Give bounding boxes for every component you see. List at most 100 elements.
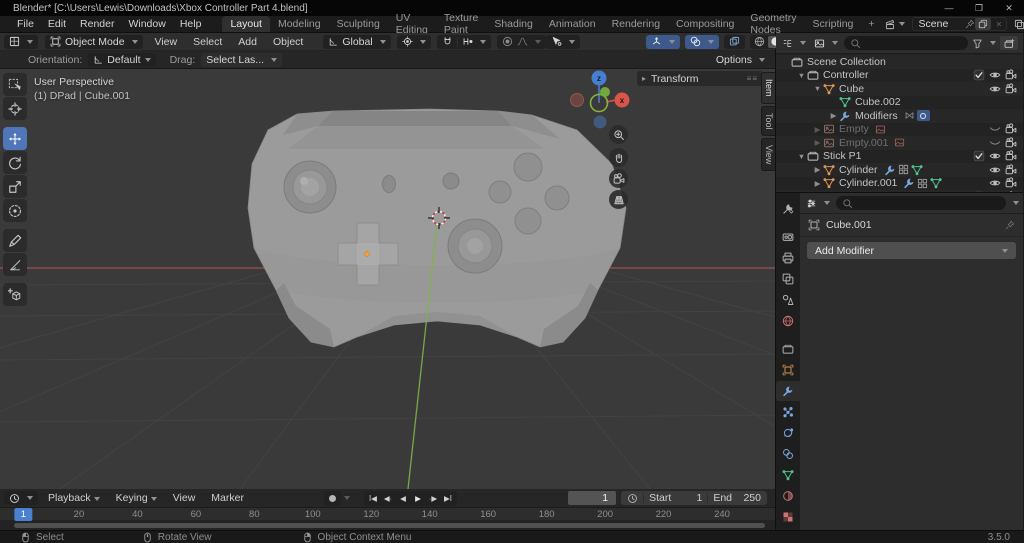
tool-scale-button[interactable] [3, 175, 27, 198]
mesh-data-icon[interactable] [911, 164, 923, 176]
eye-toggle-icon[interactable] [987, 177, 1003, 189]
expander-down-icon[interactable]: ▼ [796, 71, 807, 80]
eye-closed-toggle-icon[interactable] [987, 123, 1003, 135]
viewport-menu-select[interactable]: Select [185, 36, 230, 48]
pan-hand-button[interactable] [609, 148, 628, 167]
expander-right-icon[interactable]: ▶ [828, 111, 839, 120]
properties-tab-data[interactable] [776, 465, 800, 485]
eye-toggle-icon[interactable] [987, 150, 1003, 162]
tool-transform-button[interactable] [3, 199, 27, 222]
camera-toggle-icon[interactable] [1003, 191, 1019, 192]
start-frame-field[interactable]: 1 [676, 492, 702, 504]
outliner-row-stick-p1[interactable]: ▼Stick P1 [776, 150, 1023, 164]
subsurf-toggle-icon[interactable] [917, 110, 930, 121]
properties-tab-material[interactable] [776, 486, 800, 506]
menu-render[interactable]: Render [73, 18, 121, 30]
camera-view-button[interactable] [609, 169, 628, 188]
close-button[interactable]: ✕ [994, 0, 1024, 16]
viewport-menu-add[interactable]: Add [230, 36, 265, 48]
camera-toggle-icon[interactable] [1003, 177, 1019, 189]
sidebar-tab-item[interactable]: Item [761, 72, 775, 104]
properties-tab-particles[interactable] [776, 402, 800, 422]
menu-file[interactable]: File [10, 18, 41, 30]
pin-id-icon[interactable] [1005, 220, 1015, 230]
add-workspace-button[interactable]: + [861, 18, 881, 30]
modifier-stack-icon[interactable] [917, 178, 928, 189]
camera-toggle-icon[interactable] [1003, 164, 1019, 176]
mesh-data-icon[interactable] [930, 177, 942, 189]
tool-move-button[interactable] [3, 127, 27, 150]
outliner-row-cube-002[interactable]: Cube.002 [776, 96, 1023, 110]
xray-toggle[interactable] [724, 35, 745, 49]
scene-name[interactable]: Scene [913, 18, 965, 30]
viewlayer-browse-icon[interactable] [1011, 19, 1024, 30]
expander-right-icon[interactable]: ▶ [812, 138, 823, 147]
toggle-ortho-button[interactable] [609, 190, 628, 209]
workspace-tab-layout[interactable]: Layout [222, 16, 270, 32]
viewport-menu-view[interactable]: View [147, 36, 186, 48]
jump-to-start-button[interactable]: Ⅰ◀ [366, 492, 380, 505]
timeline-scrollbar[interactable] [0, 521, 775, 530]
outliner-row-empty-001[interactable]: ▶Empty.001 [776, 136, 1023, 150]
pivot-point-dropdown[interactable] [397, 35, 431, 49]
bowtie-icon[interactable] [904, 110, 915, 121]
play-reverse-button[interactable]: ◀ [396, 492, 410, 505]
outliner-row-controller[interactable]: ▼Controller [776, 69, 1023, 83]
outliner-row-sticks[interactable]: ▼Sticks [776, 190, 1023, 192]
unlink-scene-icon[interactable]: ✕ [992, 20, 1007, 29]
wrench-icon[interactable] [884, 164, 896, 176]
properties-tab-texture[interactable] [776, 507, 800, 527]
minimize-button[interactable]: — [934, 0, 964, 16]
outliner-row-cylinder-001[interactable]: ▶Cylinder.001 [776, 177, 1023, 191]
image-dim-icon[interactable] [875, 124, 886, 135]
eye-toggle-icon[interactable] [987, 191, 1003, 192]
properties-tab-view-layer[interactable] [776, 269, 800, 289]
properties-tab-world[interactable] [776, 311, 800, 331]
checkbox-toggle-icon[interactable] [971, 191, 987, 192]
camera-toggle-icon[interactable] [1003, 123, 1019, 135]
show-overlays-toggle[interactable] [685, 35, 719, 49]
transform-orientation-dropdown[interactable]: Global [323, 35, 390, 49]
workspace-tab-rendering[interactable]: Rendering [604, 16, 668, 32]
properties-tab-object[interactable] [776, 360, 800, 380]
workspace-tab-geometry-nodes[interactable]: Geometry Nodes [742, 16, 804, 32]
filter-icon[interactable] [972, 38, 983, 49]
outliner-row-cube[interactable]: ▼Cube [776, 82, 1023, 96]
workspace-tab-texture-paint[interactable]: Texture Paint [436, 16, 486, 32]
current-frame-field[interactable]: 1 [568, 491, 616, 505]
menu-edit[interactable]: Edit [41, 18, 73, 30]
transform-panel-header[interactable]: ▸ Transform ≡≡ [637, 71, 763, 86]
expander-right-icon[interactable]: ▶ [812, 165, 823, 174]
properties-options-dropdown[interactable] [1013, 201, 1019, 205]
eye-toggle-icon[interactable] [987, 69, 1003, 81]
outliner-editor-type-button[interactable] [780, 36, 808, 50]
workspace-tab-sculpting[interactable]: Sculpting [329, 16, 388, 32]
menu-window[interactable]: Window [121, 18, 172, 30]
options-dropdown[interactable]: Options [711, 53, 770, 67]
workspace-tab-modeling[interactable]: Modeling [270, 16, 329, 32]
use-preview-range-icon[interactable] [627, 493, 638, 504]
default-orientation-dropdown[interactable]: Default [88, 53, 155, 67]
viewport-menu-object[interactable]: Object [265, 36, 311, 48]
jump-to-next-keyframe-button[interactable]: ·▶ [426, 492, 440, 505]
auto-keying-toggle[interactable] [324, 491, 341, 506]
timeline-menu-view[interactable]: View [165, 492, 204, 504]
eye-closed-toggle-icon[interactable] [987, 137, 1003, 149]
properties-tab-output[interactable] [776, 248, 800, 268]
tool-annotate-button[interactable] [3, 229, 27, 252]
properties-search-input[interactable] [836, 196, 1006, 210]
menu-help[interactable]: Help [173, 18, 209, 30]
eye-toggle-icon[interactable] [987, 164, 1003, 176]
tool-add-cube-button[interactable] [3, 283, 27, 306]
zoom-button[interactable] [609, 125, 628, 144]
image-dim-icon[interactable] [894, 137, 905, 148]
outliner-display-mode-button[interactable] [812, 36, 840, 50]
timeline-ruler[interactable]: 1 20406080100120140160180200220240 [0, 508, 775, 521]
expander-right-icon[interactable]: ▶ [812, 125, 823, 134]
jump-to-end-button[interactable]: ▶Ⅰ [441, 492, 455, 505]
new-scene-button[interactable] [975, 18, 991, 30]
playhead[interactable]: 1 [15, 508, 32, 521]
workspace-tab-scripting[interactable]: Scripting [805, 16, 862, 32]
expander-down-icon[interactable]: ▼ [812, 84, 823, 93]
checkbox-toggle-icon[interactable] [971, 150, 987, 162]
